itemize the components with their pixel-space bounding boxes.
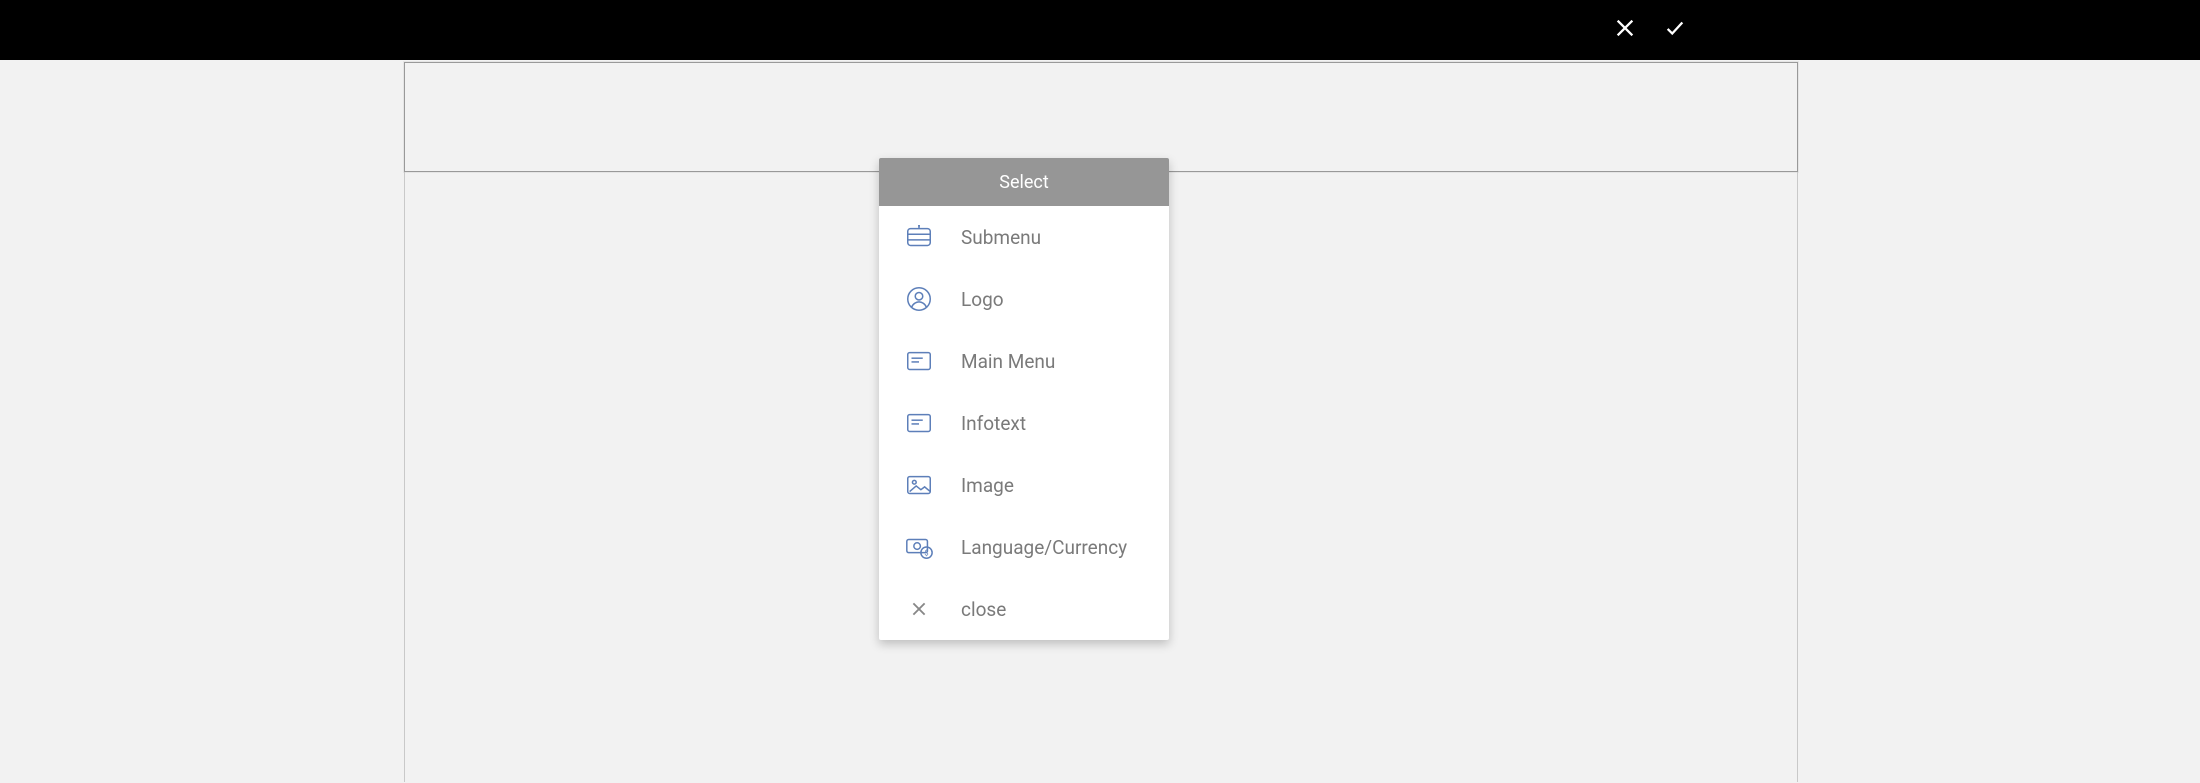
menu-item-close[interactable]: close bbox=[879, 578, 1169, 640]
menu-item-label: close bbox=[961, 598, 1006, 621]
menu-item-label: Submenu bbox=[961, 226, 1041, 249]
menu-item-label: Language/Currency bbox=[961, 536, 1127, 559]
confirm-button[interactable] bbox=[1650, 0, 1700, 60]
cancel-button[interactable] bbox=[1600, 0, 1650, 60]
menu-item-label: Infotext bbox=[961, 412, 1026, 435]
text-panel-icon bbox=[903, 407, 935, 439]
menu-item-submenu[interactable]: Submenu bbox=[879, 206, 1169, 268]
menu-item-label: Main Menu bbox=[961, 350, 1055, 373]
menu-item-infotext[interactable]: Infotext bbox=[879, 392, 1169, 454]
empty-canvas-slot[interactable] bbox=[404, 62, 1798, 172]
menu-item-language-currency[interactable]: $ Language/Currency bbox=[879, 516, 1169, 578]
currency-icon: $ bbox=[903, 531, 935, 563]
menu-item-label: Logo bbox=[961, 288, 1004, 311]
user-circle-icon bbox=[903, 283, 935, 315]
text-panel-icon bbox=[903, 345, 935, 377]
menu-item-logo[interactable]: Logo bbox=[879, 268, 1169, 330]
check-icon bbox=[1664, 17, 1686, 43]
close-icon bbox=[1614, 17, 1636, 43]
top-action-bar bbox=[0, 0, 2200, 60]
close-icon bbox=[903, 593, 935, 625]
menu-item-image[interactable]: Image bbox=[879, 454, 1169, 516]
svg-text:$: $ bbox=[924, 548, 928, 557]
menu-item-main-menu[interactable]: Main Menu bbox=[879, 330, 1169, 392]
select-element-dropdown: Select Submenu Logo bbox=[879, 158, 1169, 640]
menu-item-label: Image bbox=[961, 474, 1014, 497]
dropdown-header: Select bbox=[879, 158, 1169, 206]
submenu-icon bbox=[903, 221, 935, 253]
image-icon bbox=[903, 469, 935, 501]
